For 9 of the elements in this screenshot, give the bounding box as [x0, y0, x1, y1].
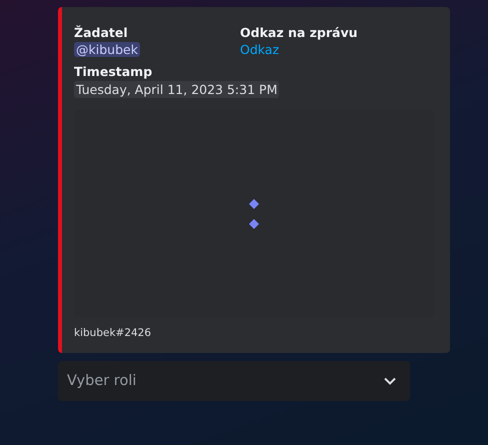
field-name: Timestamp [74, 64, 152, 79]
field-name: Odkaz na zprávu [240, 25, 358, 40]
message-link[interactable]: Odkaz [240, 42, 280, 57]
embed-footer: kibubek#2426 [74, 327, 434, 339]
field-name: Žadatel [74, 25, 128, 40]
user-mention[interactable]: @kibubek [74, 42, 140, 57]
role-select[interactable]: Vyber roli [58, 361, 410, 401]
chevron-down-icon [384, 377, 396, 385]
timestamp-value: Tuesday, April 11, 2023 5:31 PM [74, 81, 280, 98]
